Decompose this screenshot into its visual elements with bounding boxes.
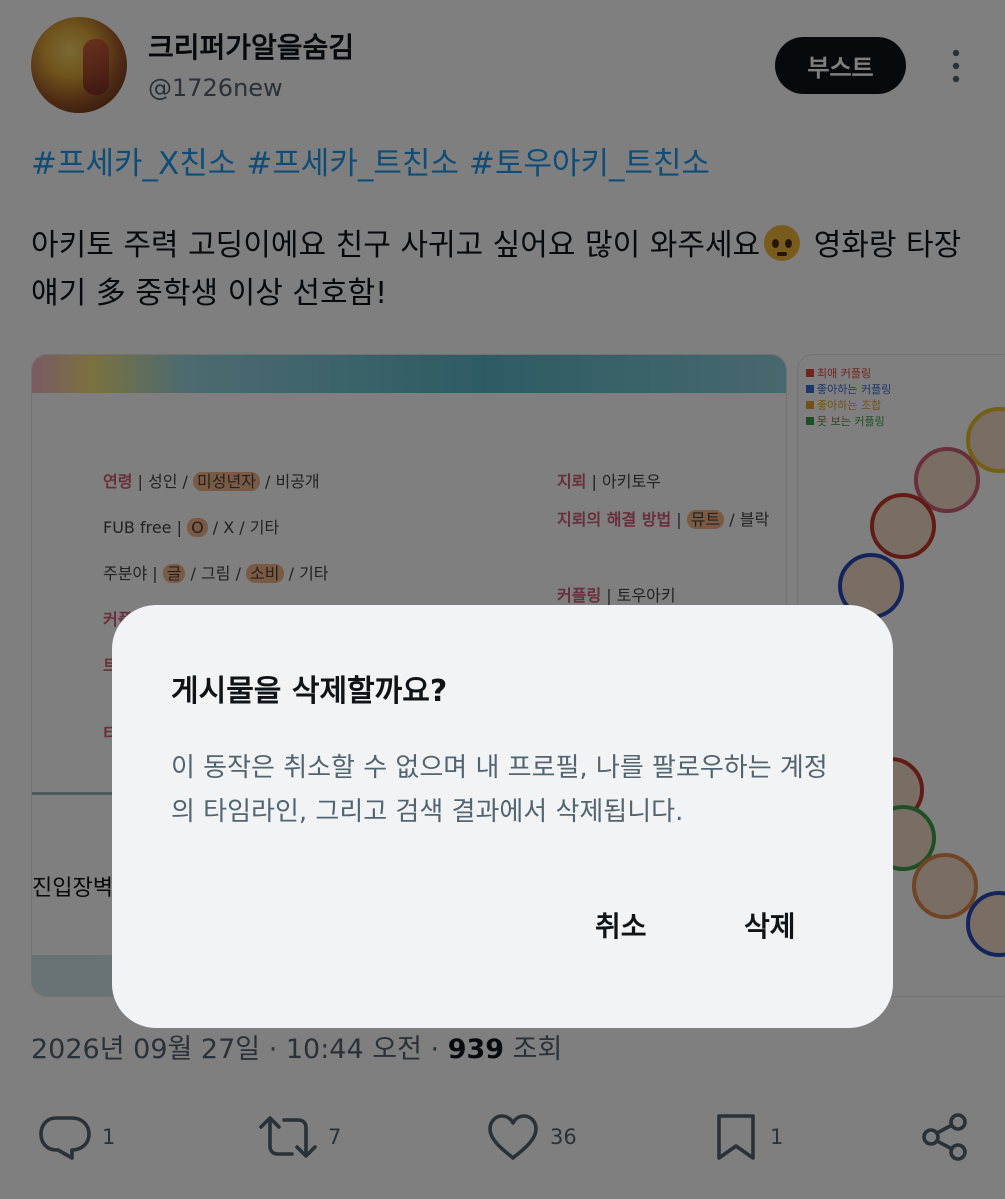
delete-confirm-dialog: 게시물을 삭제할까요? 이 동작은 취소할 수 없으며 내 프로필, 나를 팔로… <box>112 605 893 1028</box>
delete-button[interactable]: 삭제 <box>744 905 796 945</box>
dialog-title: 게시물을 삭제할까요? <box>171 674 448 709</box>
cancel-button[interactable]: 취소 <box>595 905 647 945</box>
dialog-message: 이 동작은 취소할 수 없으며 내 프로필, 나를 팔로우하는 계정의 타임라인… <box>171 753 828 827</box>
